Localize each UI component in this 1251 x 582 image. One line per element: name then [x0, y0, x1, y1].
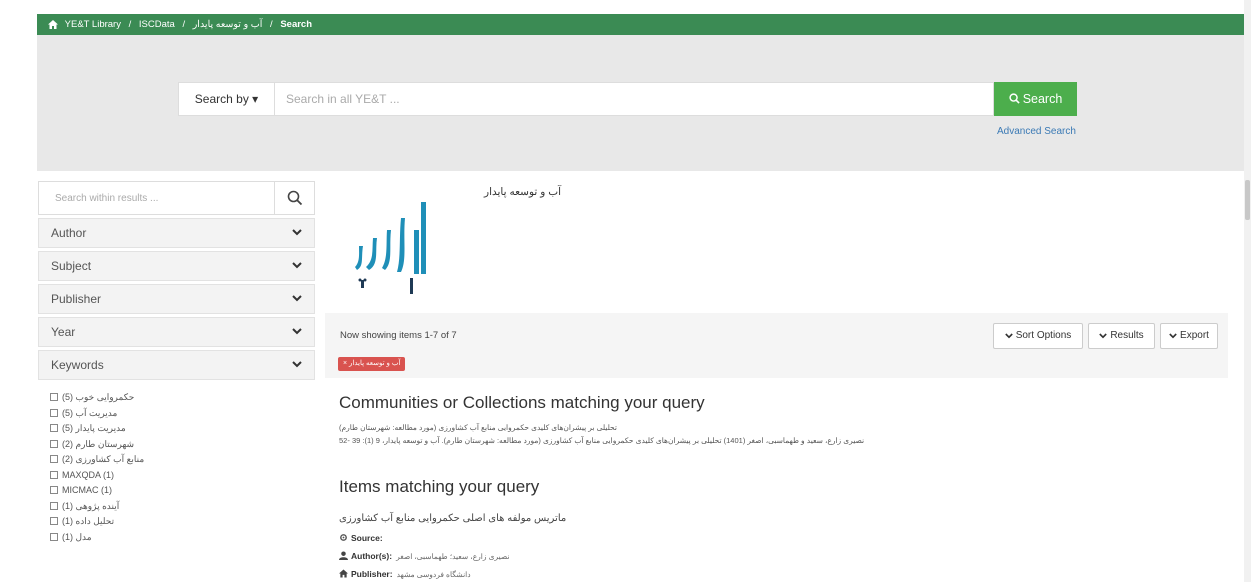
sidebar: Author Subject Publisher Year Keywords ح…: [38, 181, 315, 545]
search-within-input[interactable]: [39, 182, 272, 214]
authors-label: Author(s):: [351, 551, 393, 561]
items-heading: Items matching your query: [339, 477, 540, 496]
keyword-item[interactable]: MICMAC (1): [50, 483, 315, 499]
home-icon: [339, 569, 348, 578]
chevron-down-icon: [292, 328, 302, 335]
facet-publisher[interactable]: Publisher: [38, 284, 315, 314]
checkbox[interactable]: [50, 501, 58, 510]
publisher-value: دانشگاه فردوسی مشهد: [396, 570, 471, 579]
checkbox[interactable]: [50, 393, 58, 401]
checkbox[interactable]: [50, 455, 58, 463]
facet-subject[interactable]: Subject: [38, 251, 315, 281]
keyword-list: حکمروایی خوب (5) مدیریت آب (5) مدیریت پا…: [38, 390, 315, 545]
breadcrumb-current: Search: [280, 19, 313, 30]
facet-label: Author: [51, 226, 87, 240]
keyword-item[interactable]: آینده پژوهی (1): [50, 499, 315, 515]
collection-title: آب و توسعه پایدار: [484, 186, 562, 198]
facet-label: Subject: [51, 259, 92, 273]
facet-label: Publisher: [51, 292, 102, 306]
results-toolbar: Now showing items 1-7 of 7 × آب و توسعه …: [325, 313, 1228, 378]
chevron-down-icon: [292, 229, 302, 236]
item-publisher: Publisher: دانشگاه فردوسی مشهد: [339, 569, 471, 579]
checkbox[interactable]: [50, 439, 58, 448]
publisher-label: Publisher:: [351, 569, 393, 579]
chevron-down-icon: [292, 295, 302, 302]
active-filter-tag[interactable]: × آب و توسعه پایدار: [338, 357, 406, 371]
search-by-dropdown[interactable]: Search by ▾: [178, 82, 275, 116]
checkbox[interactable]: [50, 532, 58, 541]
sort-options-label: Sort Options: [1015, 330, 1072, 341]
breadcrumb-separator: /: [182, 19, 186, 30]
chevron-down-icon: [292, 361, 302, 368]
authors-value: نصیری زارع، سعید؛ طهماسبی، اصغر: [396, 552, 510, 561]
gear-icon: [340, 534, 347, 541]
user-icon: [339, 551, 348, 560]
chevron-down-icon: [1004, 333, 1013, 339]
keyword-item[interactable]: منابع آب کشاورزی (2): [50, 452, 315, 468]
item-authors: Author(s): نصیری زارع، سعید؛ طهماسبی، اصغ…: [339, 551, 509, 561]
search-button[interactable]: Search: [994, 82, 1077, 116]
search-icon: [1009, 93, 1020, 104]
chevron-down-icon: [1099, 333, 1108, 339]
breadcrumb-item-collection[interactable]: آب و توسعه پایدار: [193, 19, 263, 30]
facet-label: Year: [51, 325, 76, 339]
home-icon[interactable]: [48, 20, 58, 29]
community-result-title[interactable]: تحلیلی بر پیشران‌های کلیدی حکمروایی مناب…: [339, 423, 617, 432]
breadcrumb-separator: /: [270, 19, 273, 30]
checkbox[interactable]: [50, 486, 58, 494]
export-label: Export: [1180, 330, 1209, 341]
results-per-page-button[interactable]: Results: [1088, 323, 1155, 349]
search-band: Search by ▾ Search Advanced Search: [37, 35, 1244, 171]
keyword-label: مدیریت پایدار (5): [62, 423, 126, 433]
keyword-item[interactable]: MAXQDA (1): [50, 468, 315, 484]
checkbox[interactable]: [50, 408, 58, 417]
keyword-label: مدل (1): [62, 531, 92, 542]
breadcrumb: YE&T Library / ISCData / آب و توسعه پاید…: [37, 14, 1244, 35]
search-input[interactable]: [275, 82, 994, 116]
keyword-item[interactable]: مدیریت آب (5): [50, 406, 315, 422]
keyword-label: شهرستان طارم (2): [62, 438, 135, 449]
breadcrumb-separator: /: [128, 19, 132, 30]
keyword-label: MICMAC (1): [62, 485, 112, 495]
search-icon: [287, 190, 302, 206]
keyword-label: تحلیل داده (1): [62, 516, 115, 526]
facet-label: Keywords: [51, 358, 104, 372]
breadcrumb-item-iscdata[interactable]: ISCData: [139, 19, 175, 30]
export-button[interactable]: Export: [1160, 323, 1218, 349]
keyword-item[interactable]: شهرستان طارم (2): [50, 437, 315, 453]
scrollbar-thumb[interactable]: [1245, 180, 1250, 220]
facet-keywords[interactable]: Keywords: [38, 350, 315, 380]
results-label: Results: [1110, 330, 1144, 341]
source-label: Source:: [351, 533, 383, 543]
keyword-item[interactable]: مدل (1): [50, 530, 315, 546]
keyword-item[interactable]: حکمروایی خوب (5): [50, 390, 315, 406]
breadcrumb-home[interactable]: YE&T Library: [65, 19, 121, 30]
keyword-item[interactable]: تحلیل داده (1): [50, 514, 315, 530]
search-within-button[interactable]: [274, 182, 314, 214]
advanced-search-link[interactable]: Advanced Search: [997, 126, 1076, 137]
keyword-label: مدیریت آب (5): [62, 407, 118, 418]
page-scrollbar[interactable]: [1244, 0, 1251, 582]
sort-options-button[interactable]: Sort Options: [993, 323, 1083, 349]
checkbox[interactable]: [50, 517, 58, 525]
facet-year[interactable]: Year: [38, 317, 315, 347]
chevron-down-icon: [1169, 333, 1177, 339]
communities-heading: Communities or Collections matching your…: [339, 393, 705, 412]
facet-author[interactable]: Author: [38, 218, 315, 248]
results-count: Now showing items 1-7 of 7: [340, 330, 457, 341]
keyword-label: حکمروایی خوب (5): [62, 392, 135, 402]
keyword-label: منابع آب کشاورزی (2): [62, 454, 145, 464]
keyword-label: آینده پژوهی (1): [62, 500, 120, 511]
search-button-label: Search: [1022, 92, 1063, 106]
chevron-down-icon: [292, 262, 302, 269]
checkbox[interactable]: [50, 470, 58, 479]
collection-logo[interactable]: [355, 200, 441, 300]
keyword-item[interactable]: مدیریت پایدار (5): [50, 421, 315, 437]
item-source: Source:: [339, 533, 383, 543]
keyword-label: MAXQDA (1): [62, 469, 115, 480]
item-title[interactable]: ماتریس مولفه های اصلی حکمروایی منابع آب …: [339, 513, 566, 524]
community-result-citation: نصیری زارع، سعید و طهماسبی، اصغر (1401) …: [339, 436, 865, 445]
search-within-box: [38, 181, 315, 215]
checkbox[interactable]: [50, 424, 58, 432]
